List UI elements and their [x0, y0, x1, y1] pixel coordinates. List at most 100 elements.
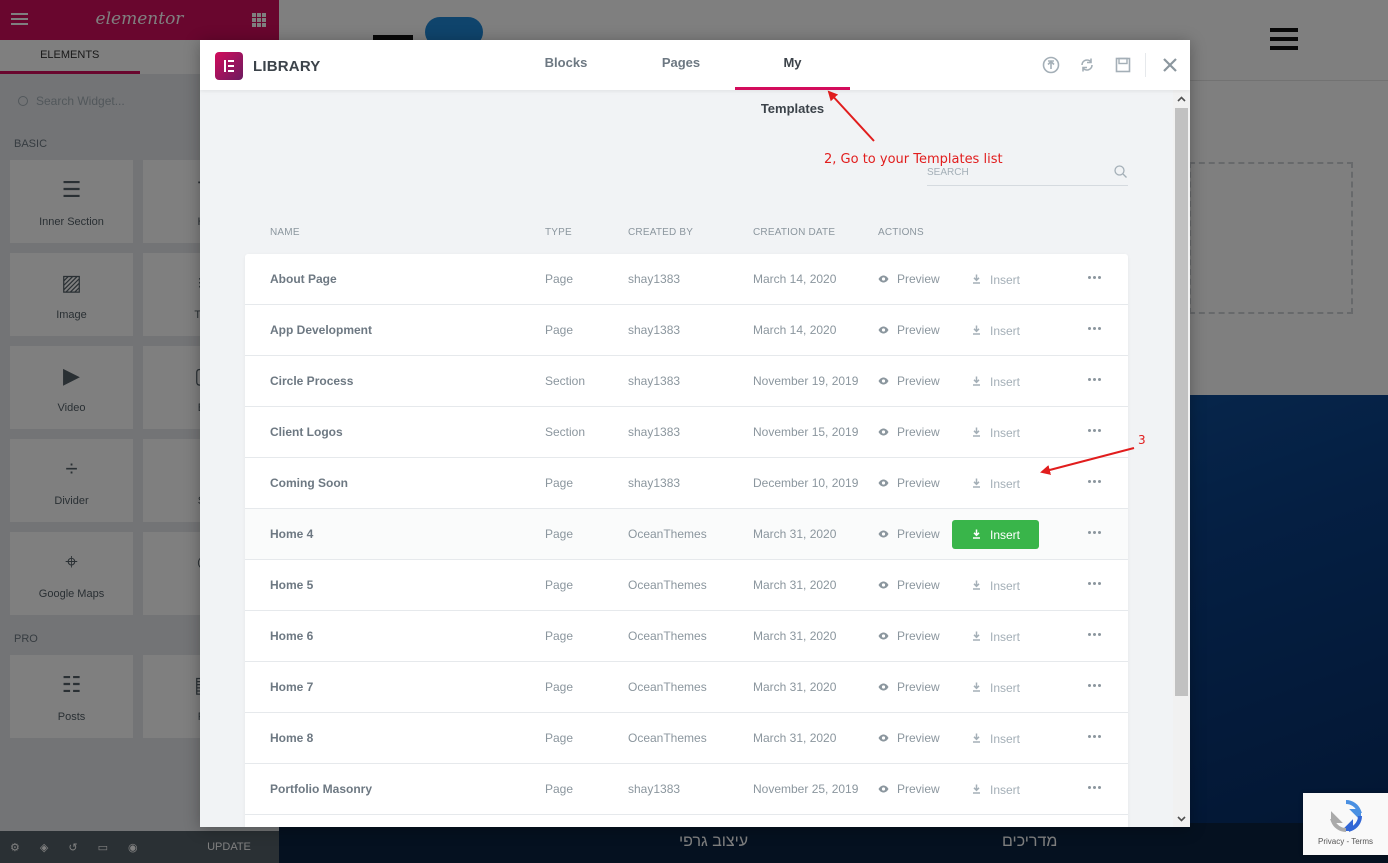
template-row[interactable]: Portfolio Masonry Page shay1383 November 25…	[245, 764, 1128, 815]
col-name: NAME	[270, 227, 300, 238]
preview-button[interactable]: Preview	[878, 272, 940, 286]
library-toolbar	[1033, 40, 1190, 90]
template-name: Coming Soon	[270, 476, 348, 490]
insert-button[interactable]: Insert	[952, 724, 1039, 753]
more-options-icon[interactable]	[1088, 322, 1102, 334]
template-row[interactable]: App Development Page shay1383 March 14, 202…	[245, 305, 1128, 356]
insert-label: Insert	[990, 731, 1021, 746]
insert-label: Insert	[990, 578, 1021, 593]
more-options-icon[interactable]	[1088, 271, 1102, 283]
insert-button[interactable]: Insert	[952, 520, 1039, 549]
scroll-down-arrow-icon[interactable]	[1173, 810, 1190, 827]
insert-button[interactable]: Insert	[952, 265, 1039, 294]
template-row[interactable]: Client Logos Section shay1383 November 15, …	[245, 407, 1128, 458]
template-row[interactable]: Portfolio PostPageshay1383March 12, 2020…	[245, 815, 1128, 827]
insert-button[interactable]: Insert	[952, 571, 1039, 600]
scroll-up-arrow-icon[interactable]	[1173, 90, 1190, 107]
annotation-step-3: 3	[1138, 433, 1146, 447]
insert-button[interactable]: Insert	[952, 775, 1039, 804]
template-row[interactable]: Home 6 Page OceanThemes March 31, 2020 Previ…	[245, 611, 1128, 662]
library-tabs: Blocks Pages My Templates	[505, 40, 850, 116]
recaptcha-icon	[1329, 800, 1362, 832]
insert-button[interactable]: Insert	[952, 673, 1039, 702]
insert-button[interactable]: Insert	[952, 367, 1039, 396]
preview-button[interactable]: Preview	[878, 578, 940, 592]
template-row[interactable]: Home 5 Page OceanThemes March 31, 2020 Previ…	[245, 560, 1128, 611]
preview-label: Preview	[897, 374, 940, 388]
template-row[interactable]: About Page Page shay1383 March 14, 2020 Prev…	[245, 254, 1128, 305]
preview-button[interactable]: Preview	[878, 527, 940, 541]
preview-button[interactable]: Preview	[878, 731, 940, 745]
insert-button[interactable]: Insert	[952, 826, 1039, 827]
template-type: Page	[545, 731, 574, 745]
col-creation-date: CREATION DATE	[753, 227, 836, 238]
preview-button[interactable]: Preview	[878, 476, 940, 490]
template-row[interactable]: Coming Soon Page shay1383 December 10, 2019…	[245, 458, 1128, 509]
template-row[interactable]: Circle Process Section shay1383 November 19…	[245, 356, 1128, 407]
upload-icon[interactable]	[1033, 40, 1069, 90]
eye-icon	[878, 476, 889, 490]
template-row[interactable]: Home 7 Page OceanThemes March 31, 2020 Previ…	[245, 662, 1128, 713]
preview-label: Preview	[897, 629, 940, 643]
preview-button[interactable]: Preview	[878, 374, 940, 388]
template-row[interactable]: Home 4 Page OceanThemes March 31, 2020 Previ…	[245, 509, 1128, 560]
download-icon	[972, 375, 981, 389]
more-options-icon[interactable]	[1088, 424, 1102, 436]
tab-blocks[interactable]: Blocks	[505, 40, 627, 90]
template-date: March 31, 2020	[753, 731, 837, 745]
tab-my-templates[interactable]: My Templates	[735, 40, 850, 116]
preview-button[interactable]: Preview	[878, 782, 940, 796]
insert-label: Insert	[990, 476, 1021, 491]
eye-icon	[878, 782, 889, 796]
template-date: March 14, 2020	[753, 272, 837, 286]
more-options-icon[interactable]	[1088, 679, 1102, 691]
template-author: OceanThemes	[628, 629, 707, 643]
download-icon	[972, 477, 981, 491]
search-icon[interactable]	[1114, 165, 1127, 178]
template-name: Home 4	[270, 527, 314, 541]
download-icon	[972, 528, 981, 542]
preview-button[interactable]: Preview	[878, 425, 940, 439]
template-author: shay1383	[628, 782, 681, 796]
scrollbar-thumb[interactable]	[1175, 108, 1188, 696]
insert-button[interactable]: Insert	[952, 622, 1039, 651]
template-author: shay1383	[628, 476, 681, 490]
annotation-step-2: 2, Go to your Templates list	[824, 152, 1003, 167]
close-icon[interactable]	[1150, 40, 1190, 90]
template-row[interactable]: Home 8 Page OceanThemes March 31, 2020 Previ…	[245, 713, 1128, 764]
more-options-icon[interactable]	[1088, 577, 1102, 589]
template-type: Section	[545, 374, 586, 388]
preview-button[interactable]: Preview	[878, 680, 940, 694]
tab-pages[interactable]: Pages	[627, 40, 735, 90]
template-date: March 31, 2020	[753, 578, 837, 592]
insert-button[interactable]: Insert	[952, 418, 1039, 447]
template-date: November 25, 2019	[753, 782, 859, 796]
library-scrollbar[interactable]	[1173, 90, 1190, 827]
elementor-e-logo-icon	[215, 52, 243, 80]
download-icon	[972, 783, 981, 797]
library-title: LIBRARY	[253, 58, 321, 75]
more-options-icon[interactable]	[1088, 373, 1102, 385]
more-options-icon[interactable]	[1088, 730, 1102, 742]
more-options-icon[interactable]	[1088, 781, 1102, 793]
template-author: shay1383	[628, 323, 681, 337]
template-name: App Development	[270, 323, 373, 337]
template-date: December 10, 2019	[753, 476, 859, 490]
template-name: Portfolio Masonry	[270, 782, 373, 796]
recaptcha-links[interactable]: Privacy - Terms	[1303, 837, 1388, 846]
insert-button[interactable]: Insert	[952, 469, 1039, 498]
library-header: LIBRARY Blocks Pages My Templates	[200, 40, 1190, 116]
insert-label: Insert	[990, 272, 1021, 287]
more-options-icon[interactable]	[1088, 526, 1102, 538]
insert-label: Insert	[990, 425, 1021, 440]
more-options-icon[interactable]	[1088, 628, 1102, 640]
preview-button[interactable]: Preview	[878, 629, 940, 643]
download-icon	[972, 324, 981, 338]
preview-button[interactable]: Preview	[878, 323, 940, 337]
recaptcha-badge[interactable]: Privacy - Terms	[1303, 793, 1388, 855]
more-options-icon[interactable]	[1088, 475, 1102, 487]
template-type: Page	[545, 680, 574, 694]
insert-button[interactable]: Insert	[952, 316, 1039, 345]
sync-icon[interactable]	[1069, 40, 1105, 90]
save-icon[interactable]	[1105, 40, 1141, 90]
